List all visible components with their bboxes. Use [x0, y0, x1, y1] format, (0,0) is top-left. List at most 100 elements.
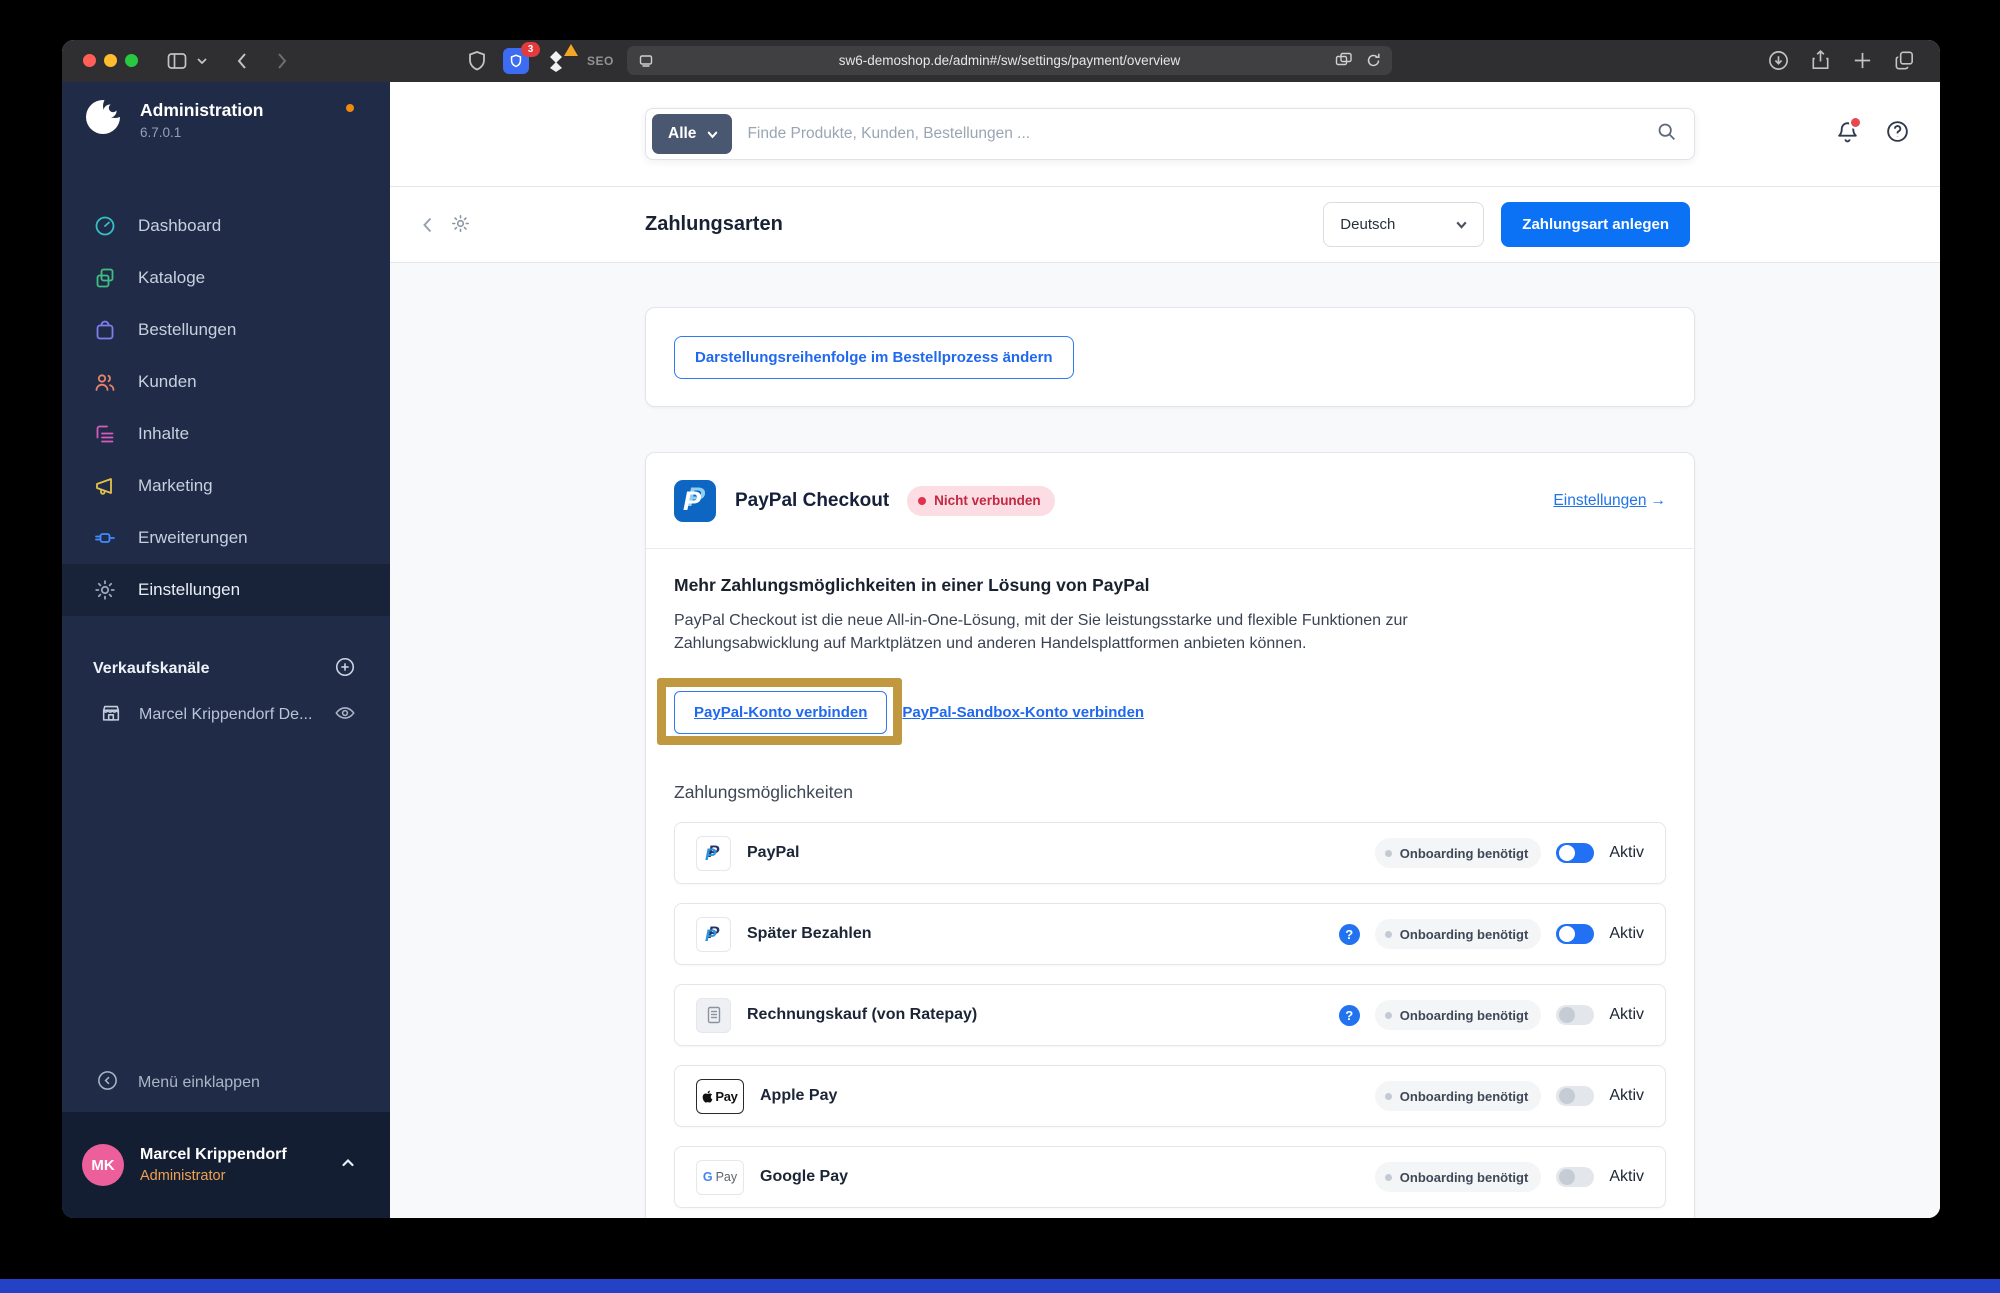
search-input[interactable]: Finde Produkte, Kunden, Bestellungen ...	[747, 125, 1656, 143]
onboarding-badge: Onboarding benötigt	[1374, 1162, 1542, 1193]
search-scope-dropdown[interactable]: Alle	[652, 114, 733, 154]
sidebar-item-label: Inhalte	[138, 424, 190, 443]
paypal-checkout-card: PP PayPal Checkout Nicht verbunden Einst…	[645, 452, 1695, 1218]
change-display-order-button[interactable]: Darstellungsreihenfolge im Bestellprozes…	[674, 335, 1074, 379]
translate-icon[interactable]	[1335, 52, 1353, 69]
badge-dot-icon	[1384, 1011, 1392, 1019]
connect-sandbox-account-link[interactable]: PayPal-Sandbox-Konto verbinden	[902, 704, 1144, 721]
payment-methods-heading: Zahlungsmöglichkeiten	[674, 782, 853, 803]
toggle-label: Aktiv	[1609, 1168, 1644, 1186]
active-toggle[interactable]	[1556, 1086, 1595, 1107]
sales-channels-section: Verkaufskanäle Marcel Krippendorf De...	[62, 648, 390, 740]
sales-channel-item[interactable]: Marcel Krippendorf De...	[62, 690, 390, 740]
user-menu[interactable]: MK Marcel Krippendorf Administrator	[62, 1112, 390, 1218]
content-icon	[93, 422, 117, 446]
share-icon[interactable]	[1809, 49, 1832, 72]
sidebar-item-label: Kunden	[138, 372, 197, 391]
paypal-section-heading: Mehr Zahlungsmöglichkeiten in einer Lösu…	[674, 575, 1150, 595]
chevron-down-icon	[1456, 221, 1467, 229]
connect-buttons-row: PayPal-Konto verbinden PayPal-Sandbox-Ko…	[657, 678, 1666, 746]
create-payment-method-button[interactable]: Zahlungsart anlegen	[1501, 202, 1690, 247]
reload-icon[interactable]	[1365, 52, 1382, 69]
sidebar-item-dashboard[interactable]: Dashboard	[62, 200, 390, 252]
display-order-card: Darstellungsreihenfolge im Bestellprozes…	[645, 307, 1695, 407]
notifications-button[interactable]	[1835, 116, 1862, 149]
active-toggle[interactable]	[1556, 1005, 1595, 1026]
page-settings-gear-icon[interactable]	[450, 213, 471, 239]
reader-mode-icon[interactable]	[638, 53, 654, 69]
app-version: 6.7.0.1	[140, 125, 182, 140]
catalog-icon	[93, 266, 117, 290]
sidebar-item-label: Dashboard	[138, 216, 222, 235]
help-icon[interactable]: ?	[1338, 923, 1360, 945]
payment-method-name: Apple Pay	[760, 1087, 838, 1105]
url-text[interactable]: sw6-demoshop.de/admin#/sw/settings/payme…	[627, 53, 1392, 68]
tab-overview-icon[interactable]	[1893, 49, 1916, 72]
payment-method-name: PayPal	[747, 844, 800, 862]
active-toggle[interactable]	[1556, 843, 1595, 864]
sidebar-toggle-icon[interactable]	[165, 49, 189, 73]
app-title: Administration	[140, 100, 264, 120]
screenshot-canvas: { "browser": { "url": "sw6-demoshop.de/a…	[0, 0, 2000, 1293]
help-icon[interactable]: ?	[1338, 1004, 1360, 1026]
new-tab-icon[interactable]	[1851, 49, 1874, 72]
window-minimize-button[interactable]	[104, 54, 117, 67]
google-pay-method-icon: G Pay	[696, 1159, 744, 1195]
connect-paypal-account-button[interactable]: PayPal-Konto verbinden	[674, 691, 888, 735]
sidebar-item-kunden[interactable]: Kunden	[62, 356, 390, 408]
sidebar-item-kataloge[interactable]: Kataloge	[62, 252, 390, 304]
gauge-icon	[93, 214, 117, 238]
search-scope-label: Alle	[668, 125, 697, 142]
sidebar-item-bestellungen[interactable]: Bestellungen	[62, 304, 390, 356]
sidebar-item-einstellungen[interactable]: Einstellungen	[62, 564, 390, 616]
desktop-wallpaper-strip	[0, 1279, 2000, 1293]
shield-extension-icon[interactable]	[466, 49, 488, 73]
sidebar-item-marketing[interactable]: Marketing	[62, 460, 390, 512]
sidebar-item-label: Einstellungen	[138, 580, 241, 599]
sidebar-item-erweiterungen[interactable]: Erweiterungen	[62, 512, 390, 564]
forward-button[interactable]	[270, 49, 292, 73]
app-logo-row: Administration 6.7.0.1	[62, 82, 390, 140]
window-zoom-button[interactable]	[125, 54, 138, 67]
eye-icon[interactable]	[334, 702, 356, 729]
payment-method-row-paypal: PP PayPal Onboarding benötigt Aktiv	[674, 822, 1666, 885]
notification-dot	[1849, 116, 1862, 129]
browser-window: 3 SEO sw6-demoshop.de/admin#/sw/settings…	[62, 40, 1940, 1218]
collapse-menu-button[interactable]: Menü einklappen	[62, 1054, 390, 1112]
paypal-logo-icon: PP	[674, 479, 716, 522]
seo-extension-icon[interactable]: SEO	[587, 54, 614, 68]
onboarding-badge: Onboarding benötigt	[1374, 1081, 1542, 1112]
storefront-icon	[100, 702, 122, 729]
back-chevron-icon[interactable]	[418, 214, 438, 241]
orders-bag-icon	[93, 318, 117, 342]
address-bar[interactable]: sw6-demoshop.de/admin#/sw/settings/payme…	[627, 46, 1392, 75]
paypal-settings-link[interactable]: Einstellungen →	[1553, 492, 1666, 510]
language-select-value: Deutsch	[1340, 216, 1396, 233]
sidebar-item-inhalte[interactable]: Inhalte	[62, 408, 390, 460]
admin-sidebar: Administration 6.7.0.1 Dashboard Katalog	[62, 82, 390, 1218]
warning-triangle-icon	[564, 44, 578, 56]
global-search[interactable]: Alle Finde Produkte, Kunden, Bestellunge…	[645, 108, 1695, 160]
page-title: Zahlungsarten	[645, 213, 783, 235]
invoice-method-icon	[696, 997, 731, 1033]
language-select[interactable]: Deutsch	[1323, 202, 1485, 247]
back-button[interactable]	[232, 49, 254, 73]
add-sales-channel-button[interactable]	[334, 656, 356, 683]
toggle-label: Aktiv	[1609, 1087, 1644, 1105]
window-close-button[interactable]	[83, 54, 96, 67]
downloads-icon[interactable]	[1767, 49, 1790, 72]
payment-method-name: Später Bezahlen	[747, 925, 872, 943]
payment-method-name: Rechnungskauf (von Ratepay)	[747, 1006, 978, 1024]
extension-badge: 3	[521, 42, 540, 57]
active-toggle[interactable]	[1556, 1167, 1595, 1188]
avatar: MK	[82, 1144, 124, 1186]
toolbar-chevron-down-icon[interactable]	[195, 53, 209, 69]
active-toggle[interactable]	[1556, 924, 1595, 945]
badge-dot-icon	[1384, 1092, 1392, 1100]
onboarding-badge: Onboarding benötigt	[1374, 838, 1542, 869]
search-icon[interactable]	[1656, 121, 1677, 147]
help-button[interactable]	[1885, 119, 1910, 149]
update-notification-dot	[346, 104, 354, 112]
customers-icon	[93, 370, 117, 394]
toggle-label: Aktiv	[1609, 1006, 1644, 1024]
